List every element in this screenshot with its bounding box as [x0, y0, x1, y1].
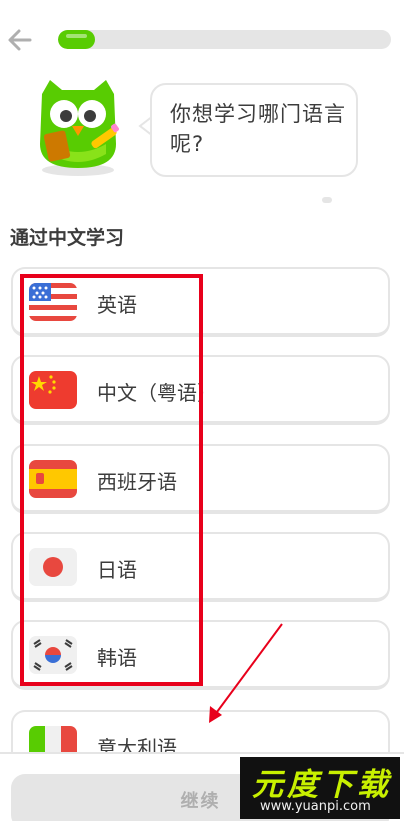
question-text: 你想学习哪门语言呢?: [170, 102, 346, 156]
progress-shine: [66, 34, 87, 38]
divider-dot: [322, 197, 332, 203]
watermark-title: 元度下载: [252, 767, 392, 803]
back-arrow-icon[interactable]: [6, 26, 34, 54]
watermark-logo: 元度下载 www.yuanpi.com: [240, 757, 400, 819]
watermark-url: www.yuanpi.com: [260, 799, 371, 814]
progress-bar: [58, 30, 391, 49]
annotation-highlight-box: [20, 274, 203, 686]
section-title: 通过中文学习: [10, 227, 125, 249]
annotation-arrow-icon: [209, 623, 283, 723]
owl-mascot-icon: [32, 74, 124, 178]
speech-bubble: 你想学习哪门语言呢?: [150, 83, 358, 177]
top-bar: [0, 0, 404, 70]
progress-fill: [58, 30, 95, 49]
